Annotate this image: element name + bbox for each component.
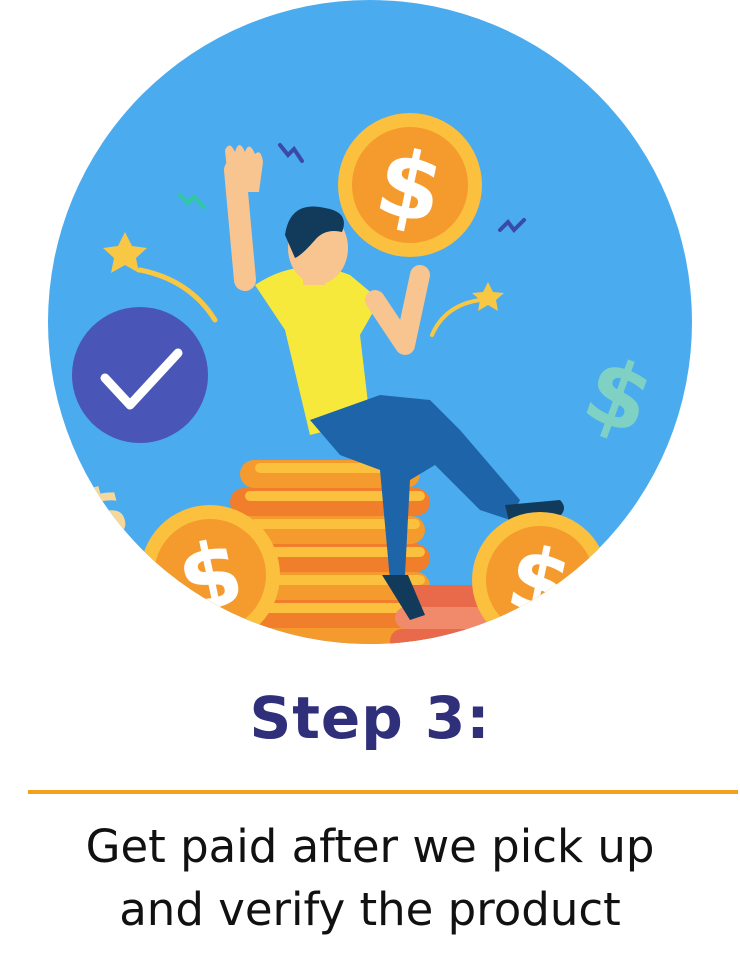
money-illustration: $ $ $ $ $ xyxy=(48,0,692,644)
description-line-1: Get paid after we pick up xyxy=(85,820,655,873)
step-description: Get paid after we pick up and verify the… xyxy=(0,815,740,941)
held-coin: $ xyxy=(338,113,482,257)
check-badge xyxy=(72,307,208,443)
step-title: Step 3: xyxy=(249,684,491,752)
divider-line xyxy=(28,790,738,794)
bottom-right-coin: $ xyxy=(472,512,608,644)
bottom-left-coin: $ xyxy=(140,505,280,644)
description-line-2: and verify the product xyxy=(119,883,621,936)
